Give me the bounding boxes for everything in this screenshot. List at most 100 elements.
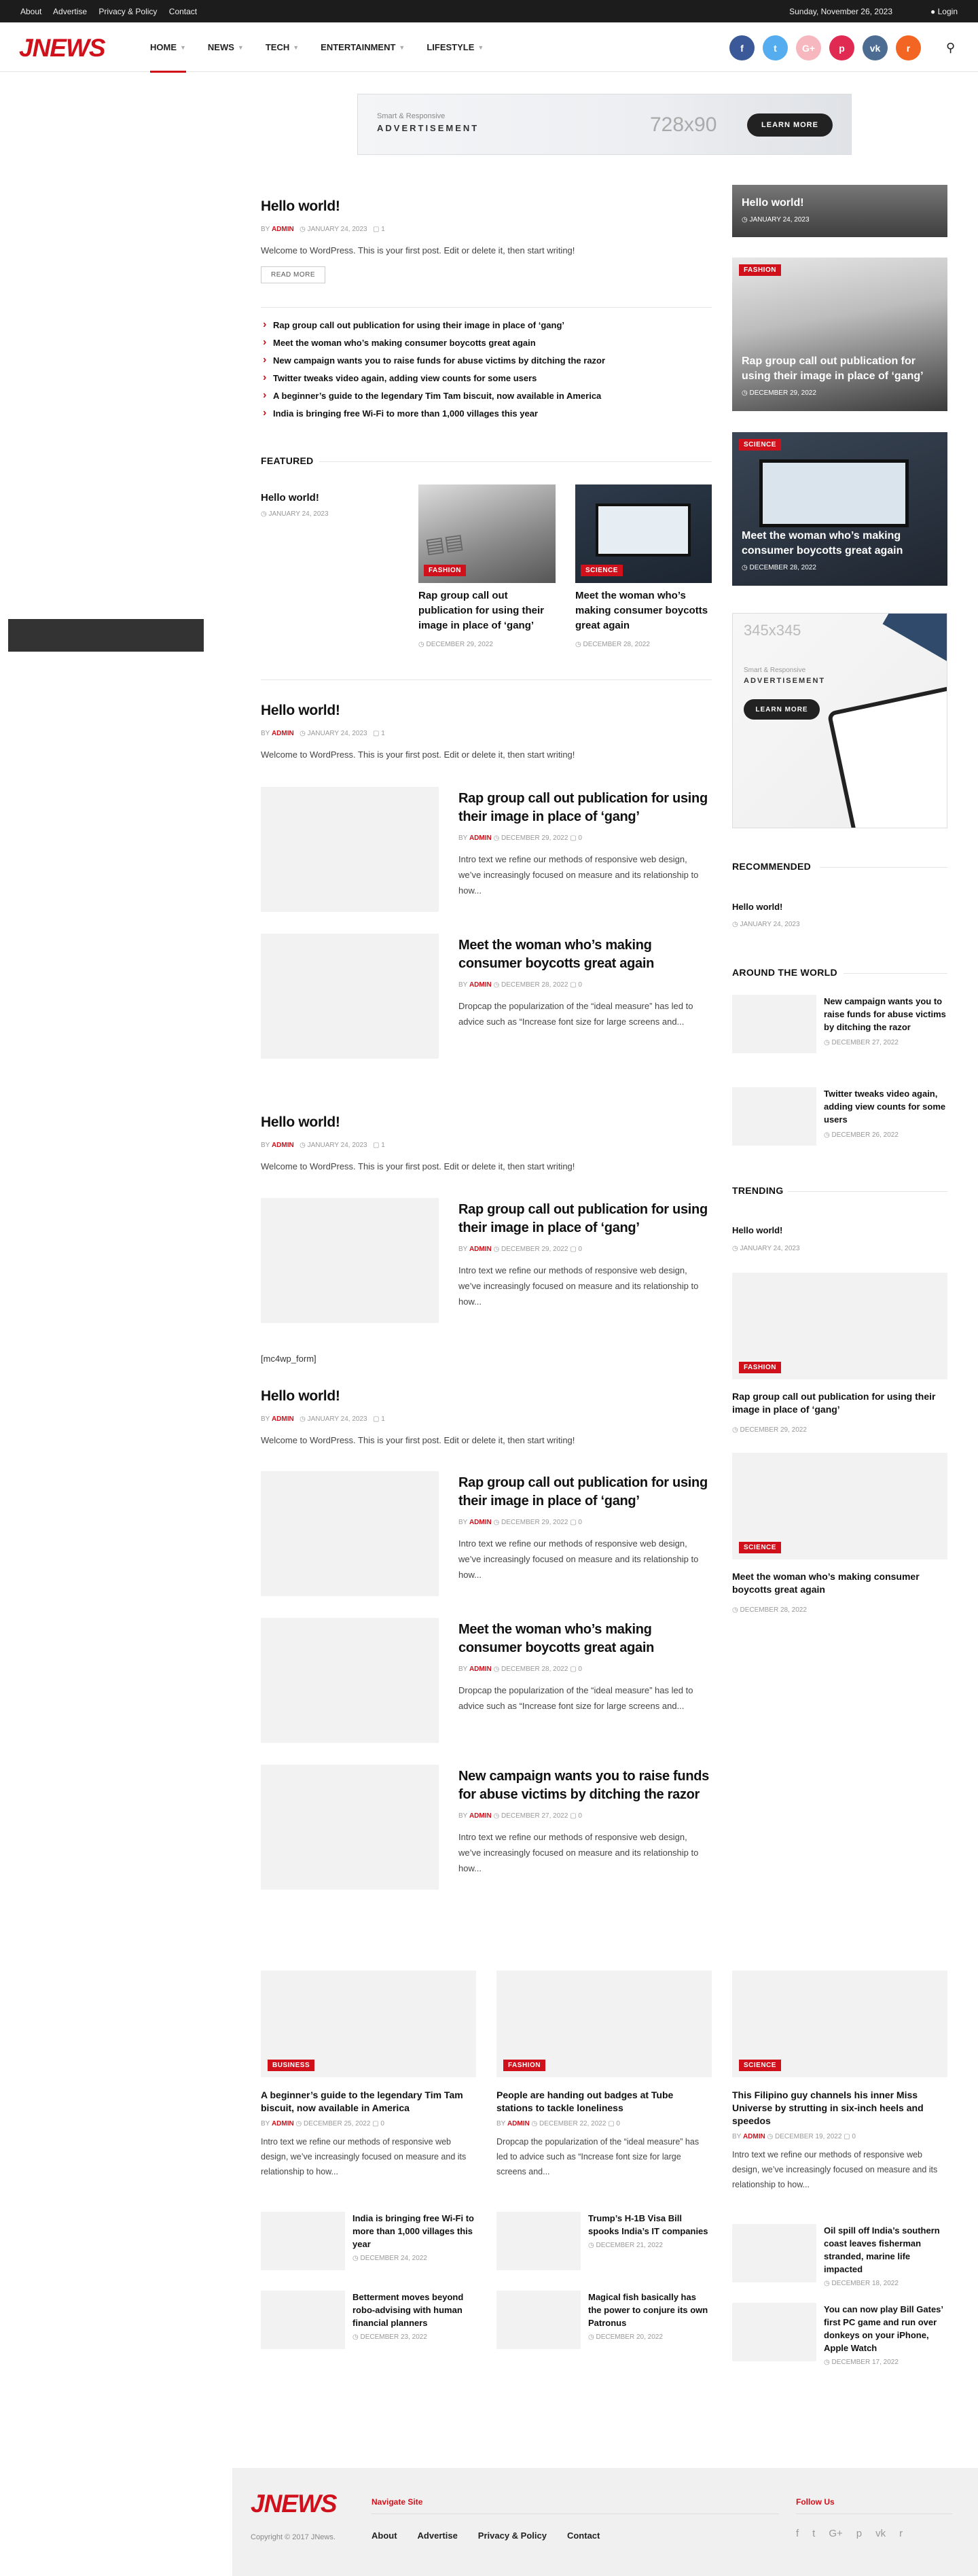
post-author[interactable]: ADMIN (469, 1519, 492, 1526)
google-plus-icon[interactable]: G+ (796, 35, 821, 60)
pinterest-icon[interactable]: p (856, 2528, 862, 2539)
around-item-title[interactable]: New campaign wants you to raise funds fo… (824, 995, 947, 1034)
trending-card-title[interactable]: Rap group call out publication for using… (732, 1390, 947, 1416)
related-post[interactable]: A beginner’s guide to the legendary Tim … (261, 389, 712, 402)
small-post-thumbnail[interactable] (496, 2291, 581, 2349)
comment-count[interactable]: 1 (381, 1142, 385, 1149)
category-badge[interactable]: FASHION (424, 565, 466, 576)
post-author[interactable]: ADMIN (469, 981, 492, 989)
search-icon[interactable]: ⚲ (946, 41, 955, 55)
rss-icon[interactable]: r (896, 35, 921, 60)
post-title[interactable]: Hello world! (261, 198, 712, 215)
footer-link-about[interactable]: About (372, 2530, 397, 2541)
post-thumbnail[interactable] (261, 934, 439, 1059)
top-advertisement[interactable]: Smart & Responsive ADVERTISEMENT 728x90 … (357, 94, 852, 155)
small-post-title[interactable]: India is bringing free Wi-Fi to more tha… (352, 2212, 476, 2251)
around-item-title[interactable]: Twitter tweaks video again, adding view … (824, 1087, 947, 1126)
post-item-title[interactable]: Rap group call out publication for using… (458, 790, 712, 826)
category-badge[interactable]: SCIENCE (739, 2060, 781, 2071)
post-item-title[interactable]: Rap group call out publication for using… (458, 1201, 712, 1237)
post-item-title[interactable]: Meet the woman who’s making consumer boy… (458, 1621, 712, 1657)
footer-link-advertise[interactable]: Advertise (418, 2530, 458, 2541)
rss-icon[interactable]: r (899, 2528, 903, 2539)
ad-learn-more-button[interactable]: LEARN MORE (747, 113, 833, 137)
ad-learn-more-button[interactable]: LEARN MORE (744, 699, 820, 720)
sidebar-hero-post[interactable]: Hello world! ◷ JANUARY 24, 2023 (732, 185, 947, 237)
top-link-about[interactable]: About (20, 7, 41, 16)
category-badge[interactable]: FASHION (503, 2060, 545, 2071)
post-author[interactable]: ADMIN (469, 1812, 492, 1820)
related-post[interactable]: Rap group call out publication for using… (261, 319, 712, 331)
post-item-title[interactable]: Meet the woman who’s making consumer boy… (458, 936, 712, 973)
footer-logo[interactable]: JNEWS (251, 2490, 338, 2518)
category-badge[interactable]: SCIENCE (739, 1542, 781, 1553)
nav-lifestyle[interactable]: LIFESTYLE ▼ (416, 22, 494, 72)
login-link[interactable]: ● Login (930, 7, 958, 16)
comment-count[interactable]: 0 (578, 1665, 582, 1673)
column-post-title[interactable]: A beginner’s guide to the legendary Tim … (261, 2089, 476, 2115)
category-badge[interactable]: FASHION (739, 1362, 781, 1373)
related-post[interactable]: Twitter tweaks video again, adding view … (261, 372, 712, 384)
comment-count[interactable]: 1 (381, 226, 385, 233)
footer-link-contact[interactable]: Contact (567, 2530, 600, 2541)
comment-count[interactable]: 0 (852, 2133, 856, 2140)
top-link-privacy[interactable]: Privacy & Policy (98, 7, 157, 16)
comment-count[interactable]: 0 (578, 1246, 582, 1253)
post-title[interactable]: Hello world! (261, 1114, 712, 1131)
post-thumbnail[interactable] (261, 1618, 439, 1743)
small-post-title[interactable]: Magical fish basically has the power to … (588, 2291, 712, 2329)
small-post-title[interactable]: You can now play Bill Gates’ first PC ga… (824, 2303, 947, 2354)
facebook-icon[interactable]: f (729, 35, 755, 60)
small-post-title[interactable]: Trump’s H-1B Visa Bill spooks India’s IT… (588, 2212, 712, 2238)
related-post[interactable]: India is bringing free Wi-Fi to more tha… (261, 407, 712, 419)
vk-icon[interactable]: vk (863, 35, 888, 60)
top-link-advertise[interactable]: Advertise (53, 7, 87, 16)
post-item-title[interactable]: New campaign wants you to raise funds fo… (458, 1767, 712, 1804)
trending-post[interactable]: Hello world! (732, 1225, 782, 1235)
comment-count[interactable]: 0 (578, 834, 582, 842)
post-thumbnail[interactable] (261, 1471, 439, 1596)
post-author[interactable]: ADMIN (469, 1665, 492, 1673)
featured-card-title[interactable]: Rap group call out publication for using… (418, 588, 556, 633)
facebook-icon[interactable]: f (796, 2528, 799, 2539)
post-author[interactable]: ADMIN (272, 1415, 294, 1423)
nav-news[interactable]: NEWS ▼ (197, 22, 255, 72)
comment-count[interactable]: 0 (380, 2120, 384, 2128)
category-badge[interactable]: SCIENCE (739, 439, 781, 451)
hero-title[interactable]: Hello world! (742, 196, 810, 211)
column-post-title[interactable]: People are handing out badges at Tube st… (496, 2089, 712, 2115)
post-author[interactable]: ADMIN (469, 834, 492, 842)
related-post[interactable]: Meet the woman who’s making consumer boy… (261, 336, 712, 349)
post-title[interactable]: Hello world! (261, 1388, 712, 1405)
column-post-title[interactable]: This Filipino guy channels his inner Mis… (732, 2089, 947, 2128)
nav-home[interactable]: HOME ▼ (139, 22, 197, 73)
read-more-button[interactable]: READ MORE (261, 266, 326, 283)
post-thumbnail[interactable] (261, 787, 439, 912)
site-logo[interactable]: JNEWS (19, 34, 106, 63)
vk-icon[interactable]: vk (875, 2528, 886, 2539)
post-thumbnail[interactable] (261, 1198, 439, 1323)
post-item-title[interactable]: Rap group call out publication for using… (458, 1474, 712, 1511)
top-link-contact[interactable]: Contact (169, 7, 197, 16)
post-author[interactable]: ADMIN (272, 2120, 294, 2128)
related-post[interactable]: New campaign wants you to raise funds fo… (261, 354, 712, 366)
nav-entertainment[interactable]: ENTERTAINMENT ▼ (310, 22, 416, 72)
small-post-thumbnail[interactable] (732, 2224, 816, 2282)
trending-card-title[interactable]: Meet the woman who’s making consumer boy… (732, 1570, 947, 1596)
hero-title[interactable]: Meet the woman who’s making consumer boy… (742, 529, 939, 559)
nav-tech[interactable]: TECH ▼ (255, 22, 310, 72)
comment-count[interactable]: 1 (381, 730, 385, 737)
hero-title[interactable]: Rap group call out publication for using… (742, 354, 939, 384)
small-post-title[interactable]: Oil spill off India’s southern coast lea… (824, 2224, 947, 2276)
around-thumbnail[interactable] (732, 995, 816, 1053)
small-post-thumbnail[interactable] (496, 2212, 581, 2270)
featured-card-title[interactable]: Meet the woman who’s making consumer boy… (575, 588, 712, 633)
pinterest-icon[interactable]: p (829, 35, 854, 60)
comment-count[interactable]: 0 (578, 1812, 582, 1820)
sidebar-hero-post[interactable]: FASHION Rap group call out publication f… (732, 258, 947, 411)
recommended-post[interactable]: Hello world! (732, 902, 782, 912)
comment-count[interactable]: 1 (381, 1415, 385, 1423)
comment-count[interactable]: 0 (616, 2120, 620, 2128)
small-post-thumbnail[interactable] (261, 2212, 345, 2270)
twitter-icon[interactable]: t (812, 2528, 815, 2539)
